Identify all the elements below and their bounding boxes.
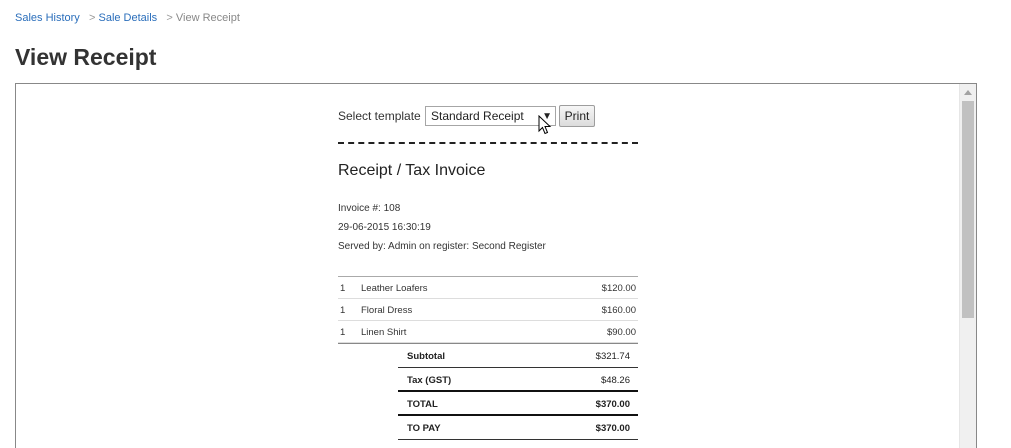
template-row: Select template Standard Receipt ▼ Print [338,105,638,135]
total-value: $370.00 [595,423,630,434]
scrollbar-thumb[interactable] [962,101,974,318]
total-label: Tax (GST) [407,375,452,386]
total-label: TO PAY [407,423,441,434]
page-title: View Receipt [15,44,157,70]
item-qty: 1 [340,283,346,294]
breadcrumb-link-sales-history[interactable]: Sales History [15,12,80,24]
receipt-frame: Select template Standard Receipt ▼ Print… [15,83,977,448]
total-value: $48.26 [600,375,630,386]
breadcrumb-separator: > [166,12,173,24]
scroll-up-arrow-icon[interactable] [960,84,976,100]
template-select-value: Standard Receipt [431,109,524,123]
total-label: TOTAL [407,399,438,410]
to-pay-row: TO PAY $370.00 [398,416,638,440]
invoice-number: Invoice #: 108 [338,203,401,214]
tax-row: Tax (GST) $48.26 [398,368,638,392]
item-qty: 1 [340,305,346,316]
item-name: Floral Dress [361,305,413,316]
breadcrumb-separator: > [88,12,96,24]
totals: Subtotal $321.74 Tax (GST) $48.26 TOTAL … [398,344,638,440]
print-button[interactable]: Print [559,105,595,127]
item-name: Linen Shirt [361,327,407,338]
mouse-pointer-icon [538,115,552,135]
item-name: Leather Loafers [361,283,428,294]
line-item: 1 Linen Shirt $90.00 [338,321,638,343]
item-price: $160.00 [601,305,636,316]
receipt-datetime: 29-06-2015 16:30:19 [338,222,431,233]
item-price: $120.00 [601,283,636,294]
item-price: $90.00 [606,327,636,338]
breadcrumb-link-sale-details[interactable]: Sale Details [98,12,157,24]
vertical-scrollbar[interactable] [959,84,976,448]
template-label: Select template [338,109,421,123]
breadcrumb-current: View Receipt [175,12,240,24]
subtotal-row: Subtotal $321.74 [398,344,638,368]
total-value: $370.00 [595,399,630,410]
receipt-title: Receipt / Tax Invoice [338,162,486,179]
grand-total-row: TOTAL $370.00 [398,392,638,416]
item-qty: 1 [340,327,346,338]
served-by: Served by: Admin on register: Second Reg… [338,241,546,252]
breadcrumb: Sales History > Sale Details > View Rece… [15,12,240,24]
line-item: 1 Leather Loafers $120.00 [338,277,638,299]
total-value: $321.74 [595,351,630,362]
line-item: 1 Floral Dress $160.00 [338,299,638,321]
line-items: 1 Leather Loafers $120.00 1 Floral Dress… [338,276,638,344]
total-label: Subtotal [407,351,445,362]
template-select[interactable]: Standard Receipt ▼ [425,106,556,126]
dashed-divider [338,142,638,144]
